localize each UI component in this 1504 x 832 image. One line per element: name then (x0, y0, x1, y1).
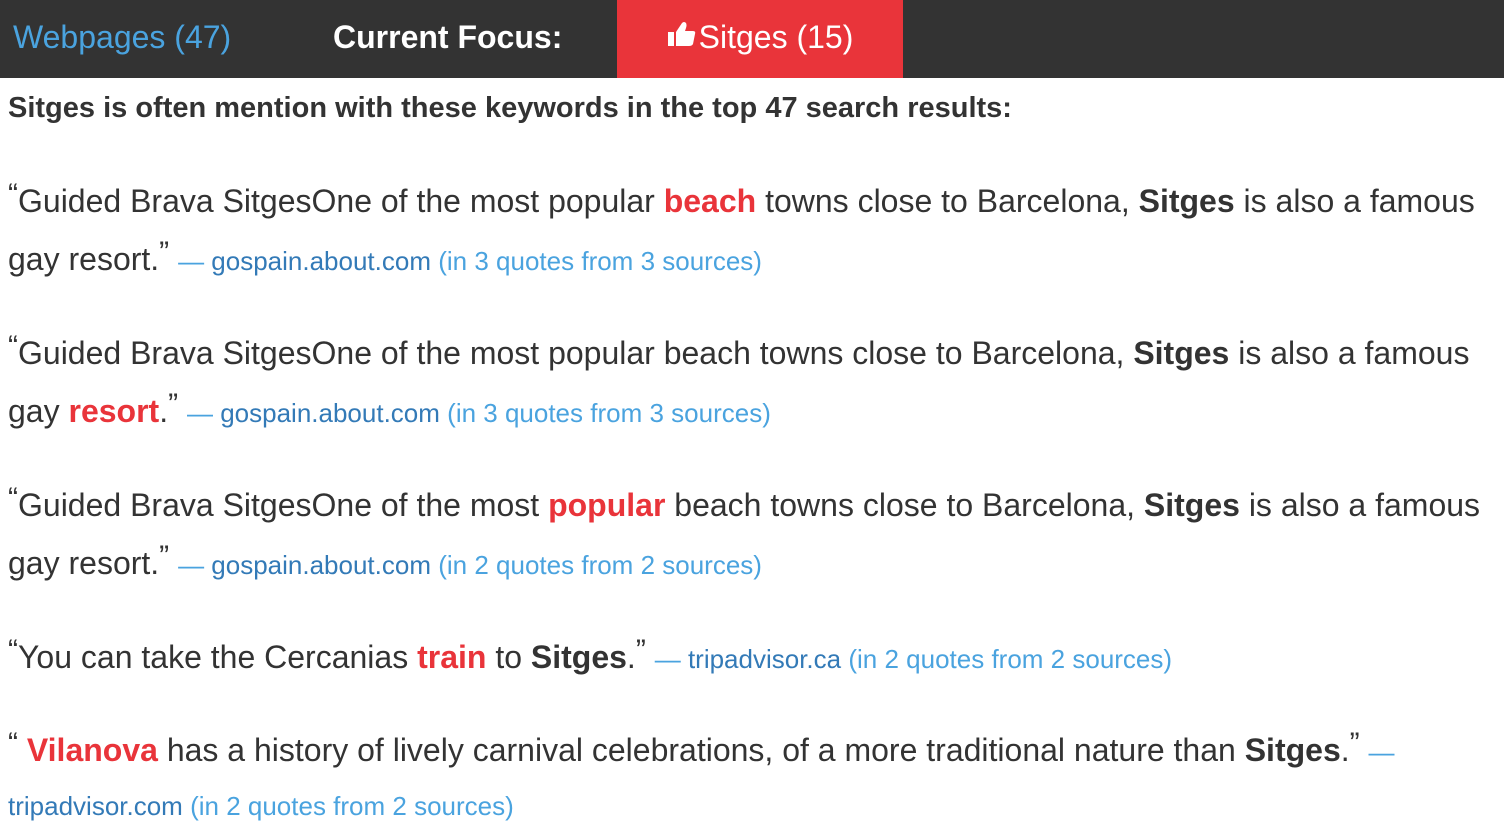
quote-text: towns close to Barcelona, (756, 183, 1139, 219)
quote-text: You can take the Cercanias (18, 639, 418, 675)
current-focus-label: Current Focus: (333, 19, 563, 55)
open-quote: “ (8, 634, 18, 667)
subject-highlight: Sitges (530, 639, 627, 675)
subject-highlight: Sitges (1138, 183, 1235, 219)
subject-highlight: Sitges (1133, 335, 1230, 371)
source-dash: — (178, 246, 205, 276)
source-count-link[interactable]: (in 3 quotes from 3 sources) (447, 398, 771, 428)
close-quote: ” (159, 236, 170, 269)
quote-source: — gospain.about.com (in 3 quotes from 3 … (178, 246, 762, 276)
quote-text: Guided Brava SitgesOne of the most popul… (18, 335, 1134, 371)
quote-source: — tripadvisor.ca (in 2 quotes from 2 sou… (655, 644, 1172, 674)
close-quote: ” (635, 634, 646, 667)
quote-source: — gospain.about.com (in 3 quotes from 3 … (187, 398, 771, 428)
subject-highlight: Sitges (1143, 487, 1240, 523)
close-quote: ” (1349, 727, 1360, 760)
focus-value: Sitges (15) (698, 19, 854, 55)
open-quote: “ (8, 727, 18, 760)
source-domain-link[interactable]: tripadvisor.com (8, 791, 183, 821)
quote-text: Guided Brava SitgesOne of the most (18, 487, 549, 523)
quote-source: — gospain.about.com (in 2 quotes from 2 … (178, 550, 762, 580)
quote-item: “You can take the Cercanias train to Sit… (8, 629, 1498, 687)
quote-text: has a history of lively carnival celebra… (157, 732, 1245, 768)
source-count-link[interactable]: (in 2 quotes from 2 sources) (848, 644, 1172, 674)
quote-text: to (486, 639, 531, 675)
keyword-highlight: train (417, 639, 487, 675)
keyword-highlight: beach (663, 183, 757, 219)
tab-webpages[interactable]: Webpages (47) (13, 0, 231, 78)
source-dash: — (178, 550, 205, 580)
open-quote: “ (8, 330, 18, 363)
quote-text (18, 732, 27, 768)
close-quote: ” (159, 540, 170, 573)
close-quote: ” (168, 388, 179, 421)
quote-text: . (626, 639, 636, 675)
source-domain-link[interactable]: gospain.about.com (220, 398, 440, 428)
source-count-link[interactable]: (in 2 quotes from 2 sources) (438, 550, 762, 580)
open-quote: “ (8, 482, 18, 515)
source-domain-link[interactable]: gospain.about.com (211, 246, 431, 276)
top-nav-bar: Webpages (47) Current Focus: Sitges (15) (0, 0, 1504, 78)
source-count-link[interactable]: (in 3 quotes from 3 sources) (438, 246, 762, 276)
source-domain-link[interactable]: gospain.about.com (211, 550, 431, 580)
quote-text: . (1340, 732, 1350, 768)
keyword-highlight: popular (548, 487, 666, 523)
tab-current-focus[interactable]: Sitges (15) (617, 0, 903, 78)
source-dash: — (186, 398, 213, 428)
source-domain-link[interactable]: tripadvisor.ca (688, 644, 841, 674)
source-count-link[interactable]: (in 2 quotes from 2 sources) (190, 791, 514, 821)
keywords-heading: Sitges is often mention with these keywo… (8, 92, 1012, 124)
source-dash: — (1368, 737, 1395, 767)
quote-text: beach towns close to Barcelona, (665, 487, 1144, 523)
subject-highlight: Sitges (1244, 732, 1341, 768)
source-dash: — (654, 644, 681, 674)
quote-text: Guided Brava SitgesOne of the most popul… (18, 183, 664, 219)
quote-item: “Guided Brava SitgesOne of the most popu… (8, 325, 1498, 441)
thumbs-up-icon (667, 0, 697, 74)
open-quote: “ (8, 178, 18, 211)
keyword-highlight: resort (68, 393, 160, 429)
quote-item: “Guided Brava SitgesOne of the most popu… (8, 477, 1498, 593)
quote-text: . (159, 393, 169, 429)
quote-item: “Guided Brava SitgesOne of the most popu… (8, 173, 1498, 289)
keyword-highlight: Vilanova (26, 732, 158, 768)
quote-item: “ Vilanova has a history of lively carni… (8, 724, 1498, 832)
